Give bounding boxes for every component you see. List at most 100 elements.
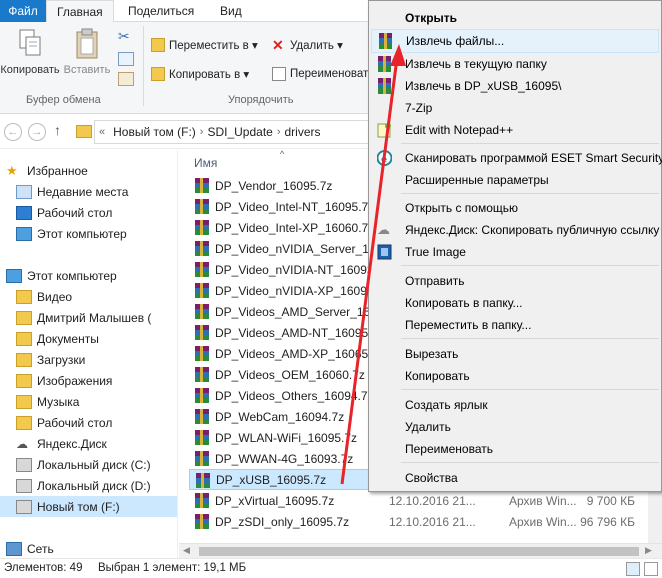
crumb-volume[interactable]: Новый том (F:) (113, 125, 196, 139)
delete-button[interactable]: ✕ Удалить ▾ (272, 35, 343, 55)
menu-edit-notepad[interactable]: Edit with Notepad++ (371, 119, 659, 141)
menu-eset-scan[interactable]: e Сканировать программой ESET Smart Secu… (371, 147, 662, 169)
nav-yadisk[interactable]: ☁ Яндекс.Диск (16, 433, 107, 454)
menu-eset-scan-label: Сканировать программой ESET Smart Securi… (405, 151, 662, 165)
menu-extract-files[interactable]: Извлечь файлы... (371, 29, 659, 53)
menu-create-shortcut[interactable]: Создать ярлык (371, 394, 659, 416)
crumb-sdi-update[interactable]: SDI_Update (207, 125, 272, 139)
winrar-archive-icon (195, 241, 209, 256)
large-icons-view-icon[interactable] (644, 562, 658, 576)
nav-disk-c[interactable]: Локальный диск (C:) (16, 454, 151, 475)
nav-user[interactable]: Дмитрий Малышев ( (16, 307, 151, 328)
tab-share[interactable]: Поделиться (118, 0, 204, 22)
menu-delete[interactable]: Удалить (371, 416, 659, 438)
column-header-name[interactable]: Имя (194, 156, 217, 170)
cloud-icon: ☁ (377, 222, 390, 237)
nav-disk-f[interactable]: Новый том (F:) (0, 496, 177, 517)
scroll-left-icon[interactable]: ◀ (183, 545, 190, 556)
drive-icon (16, 499, 32, 514)
nav-images[interactable]: Изображения (16, 370, 112, 391)
forward-button[interactable]: → (28, 123, 46, 141)
menu-cut[interactable]: Вырезать (371, 343, 659, 365)
nav-documents[interactable]: Документы (16, 328, 99, 349)
true-image-icon (377, 244, 392, 260)
winrar-archive-icon (195, 451, 209, 466)
nav-downloads[interactable]: Загрузки (16, 349, 85, 370)
file-name: DP_Videos_AMD-XP_16065.7z (215, 346, 385, 361)
rename-label: Переименоват (290, 68, 369, 80)
menu-open[interactable]: Открыть (371, 7, 659, 29)
menu-edit-notepad-label: Edit with Notepad++ (405, 123, 514, 137)
tab-view[interactable]: Вид (210, 0, 252, 22)
winrar-archive-icon (195, 199, 209, 214)
menu-separator (401, 193, 659, 194)
address-overflow-chevron[interactable]: « (99, 126, 105, 138)
cut-icon[interactable]: ✂ (118, 28, 134, 44)
nav-desktop2[interactable]: Рабочий стол (16, 412, 112, 433)
nav-this-pc-fav[interactable]: Этот компьютер (16, 223, 127, 244)
nav-network[interactable]: Сеть (6, 538, 54, 558)
menu-yadisk-copy-link[interactable]: ☁ Яндекс.Диск: Скопировать публичную ссы… (371, 219, 659, 241)
menu-extract-here[interactable]: Извлечь в текущую папку (371, 53, 659, 75)
up-button[interactable]: ↑ (54, 122, 61, 138)
video-folder-icon (16, 289, 32, 304)
nav-disk-d[interactable]: Локальный диск (D:) (16, 475, 151, 496)
music-folder-icon (16, 394, 32, 409)
tab-home[interactable]: Главная (46, 0, 114, 23)
nav-music[interactable]: Музыка (16, 391, 79, 412)
address-bar[interactable]: « Новый том (F:) › SDI_Update › drivers (94, 120, 384, 144)
file-date: 12.10.2016 21... (389, 514, 476, 529)
winrar-archive-icon (195, 220, 209, 235)
menu-advanced-options[interactable]: Расширенные параметры (371, 169, 659, 191)
nav-video[interactable]: Видео (16, 286, 72, 307)
file-row[interactable]: DP_xVirtual_16095.7z 12.10.2016 21... Архи… (189, 490, 649, 511)
menu-properties[interactable]: Свойства (371, 467, 659, 489)
menu-create-shortcut-label: Создать ярлык (405, 398, 488, 412)
file-name: DP_WebCam_16094.7z (215, 409, 345, 424)
copy-button[interactable]: Копировать (0, 28, 60, 76)
winrar-icon (378, 33, 393, 49)
rename-icon (272, 67, 286, 81)
menu-copy-to-folder[interactable]: Копировать в папку... (371, 292, 659, 314)
nav-desktop[interactable]: Рабочий стол (16, 202, 112, 223)
menu-rename-label: Переименовать (405, 442, 493, 456)
menu-extract-to-folder[interactable]: Извлечь в DP_xUSB_16095\ (371, 75, 659, 97)
menu-move-to-folder[interactable]: Переместить в папку... (371, 314, 659, 336)
copy-to-button[interactable]: Копировать в ▾ (151, 64, 249, 84)
menu-extract-here-label: Извлечь в текущую папку (405, 57, 547, 71)
ribbon-separator (143, 26, 144, 106)
nav-recent[interactable]: Недавние места (16, 181, 128, 202)
nav-this-pc[interactable]: Этот компьютер (6, 265, 117, 286)
horizontal-scrollbar[interactable]: ◀ ▶ (179, 543, 662, 558)
copy-path-icon[interactable] (118, 52, 134, 66)
user-folder-icon (16, 310, 32, 325)
paste-shortcut-icon[interactable] (118, 72, 134, 86)
nav-video-label: Видео (37, 289, 73, 304)
status-selection: Выбран 1 элемент: 19,1 МБ (98, 562, 247, 574)
menu-7zip[interactable]: 7-Zip (371, 97, 659, 119)
tab-file[interactable]: Файл (0, 0, 46, 22)
back-button[interactable]: ← (4, 123, 22, 141)
menu-open-with[interactable]: Открыть с помощью (371, 197, 659, 219)
menu-copy[interactable]: Копировать (371, 365, 659, 387)
winrar-archive-icon (195, 178, 209, 193)
nav-favorites[interactable]: ★ Избранное (6, 160, 88, 181)
menu-send-to[interactable]: Отправить (371, 270, 659, 292)
file-row[interactable]: DP_zSDI_only_16095.7z 12.10.2016 21... Арх… (189, 511, 649, 532)
menu-rename[interactable]: Переименовать (371, 438, 659, 460)
menu-open-with-label: Открыть с помощью (405, 201, 519, 215)
folder-move-icon (151, 38, 165, 52)
sort-ascending-icon: ^ (280, 150, 285, 159)
horizontal-scroll-thumb[interactable] (199, 547, 639, 556)
desktop-icon (16, 205, 32, 220)
scroll-right-icon[interactable]: ▶ (645, 545, 652, 556)
rename-button[interactable]: Переименоват (272, 64, 368, 84)
crumb-drivers[interactable]: drivers (285, 125, 321, 139)
move-to-button[interactable]: Переместить в ▾ (151, 35, 258, 55)
paste-button[interactable]: Вставить (60, 28, 114, 76)
file-name: DP_WLAN-WiFi_16095.7z (215, 430, 358, 445)
nav-music-label: Музыка (37, 394, 80, 409)
details-view-icon[interactable] (626, 562, 640, 576)
menu-true-image[interactable]: True Image (371, 241, 659, 263)
menu-separator (401, 462, 659, 463)
